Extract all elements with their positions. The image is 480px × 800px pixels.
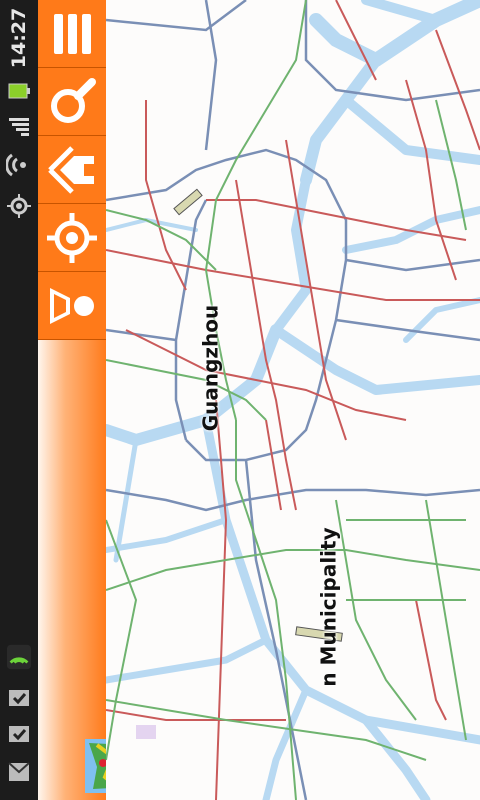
search-icon <box>51 77 96 123</box>
map-toolbar <box>38 0 135 800</box>
download-done-icon[interactable] <box>6 684 32 712</box>
home-icon <box>48 145 94 194</box>
layers-button[interactable] <box>38 272 106 340</box>
gps-icon <box>6 192 32 220</box>
wifi-icon <box>6 150 32 180</box>
locate-button[interactable] <box>38 204 106 272</box>
gmail-icon[interactable] <box>6 758 32 786</box>
map-view[interactable]: Guangzhou n Municipality <box>106 0 480 800</box>
clock-text: 14:27 <box>8 7 30 69</box>
city-label: Guangzhou <box>197 304 222 432</box>
download-done-icon[interactable] <box>6 720 32 748</box>
notification-app-icon[interactable] <box>6 640 32 674</box>
signal-icon <box>6 112 32 140</box>
map-canvas[interactable] <box>106 0 480 800</box>
menu-icon <box>54 13 91 54</box>
battery-icon <box>6 78 32 104</box>
menu-button[interactable] <box>38 0 106 68</box>
clock: 14:27 <box>4 8 34 68</box>
status-bar: 14:27 <box>0 0 39 800</box>
home-button[interactable] <box>38 136 106 204</box>
layers-icon <box>50 287 94 324</box>
search-button[interactable] <box>38 68 106 136</box>
locate-icon <box>47 212 97 263</box>
municipality-label: n Municipality <box>316 527 341 687</box>
